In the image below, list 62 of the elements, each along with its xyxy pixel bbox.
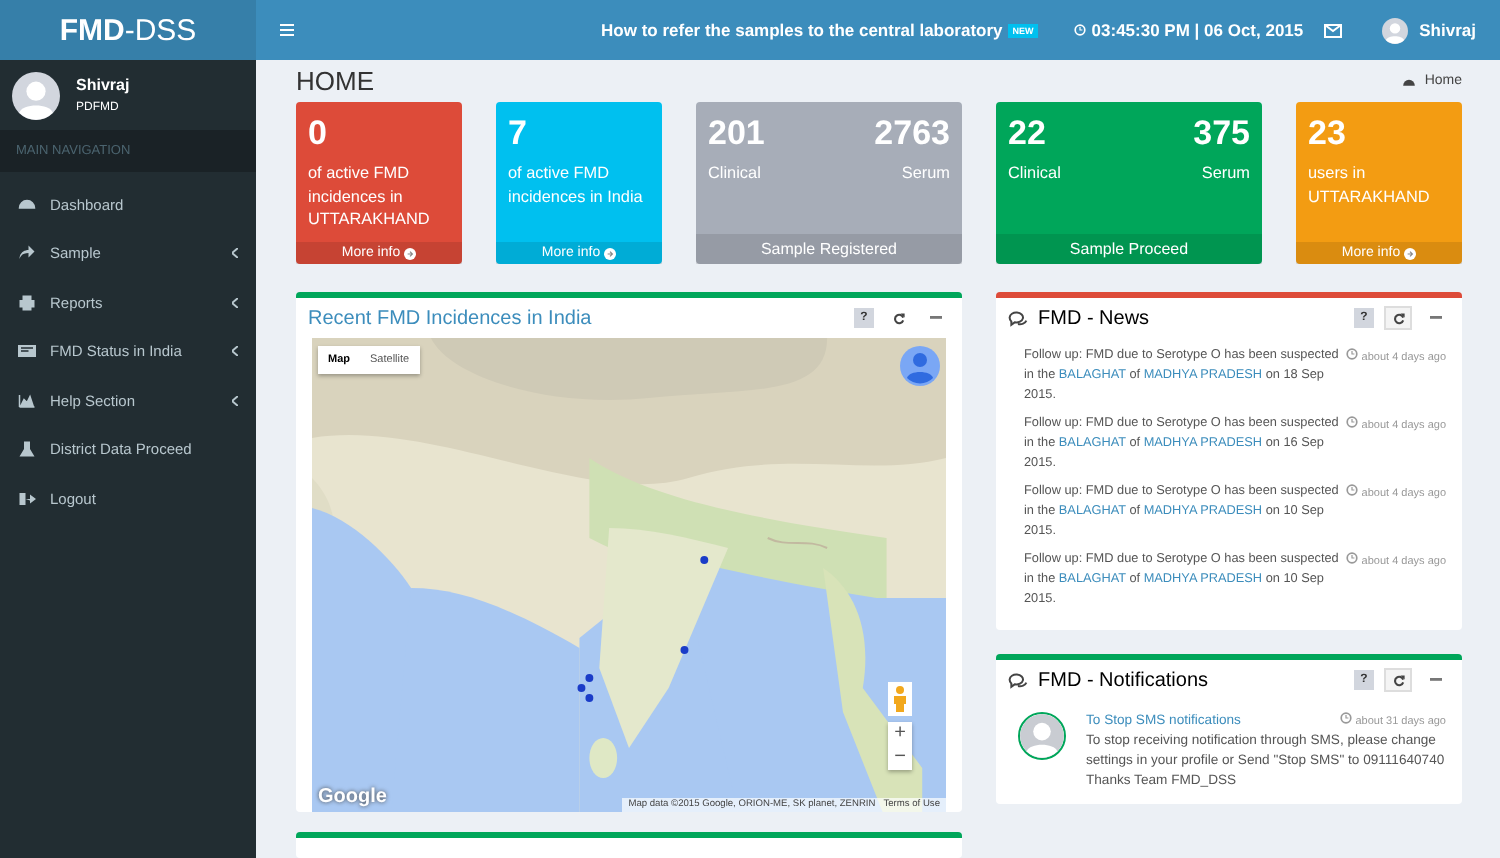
chart-icon [18, 391, 36, 410]
card-icon [18, 342, 36, 361]
exit-icon [18, 489, 36, 508]
refresh-icon [891, 311, 905, 325]
comments-icon [1008, 671, 1028, 689]
card-footer: Sample Registered [696, 234, 962, 264]
page-title: HOME [296, 66, 374, 96]
avatar-icon [1381, 17, 1408, 43]
panel-title: FMD - Notifications [1038, 669, 1211, 691]
menu-icon [280, 24, 294, 36]
stat-value: 201 [708, 114, 765, 154]
refresh-button[interactable] [1384, 306, 1412, 330]
stat-label: Serum [901, 162, 950, 185]
minus-icon [930, 316, 942, 320]
refresh-icon [1391, 311, 1405, 325]
panel-title: FMD - News [1038, 307, 1152, 329]
mail-icon[interactable] [1323, 23, 1342, 37]
clock-icon [1345, 484, 1358, 496]
arrow-circle-icon [404, 247, 417, 259]
zoom-in-button[interactable]: + [888, 722, 912, 746]
map-logo: Google [318, 786, 387, 808]
date-time: 03:45:30 PM | 06 Oct, 2015 [1091, 20, 1304, 40]
clock-icon [1345, 552, 1358, 564]
panel-title: Recent FMD Incidences in India [308, 307, 594, 329]
minus-icon [1430, 316, 1442, 320]
clock-icon [1339, 712, 1352, 724]
arrow-circle-icon [604, 247, 617, 259]
comments-icon [1008, 309, 1028, 327]
stat-value: 2763 [874, 114, 950, 154]
stat-label: Clinical [1008, 162, 1061, 185]
user-name: Shivraj [76, 76, 130, 94]
stat-value: 7 [508, 114, 529, 154]
app-logo: FMD-DSS [0, 0, 256, 60]
stat-label: of active FMD incidences in UTTARAKHAND [308, 162, 432, 231]
clock-icon [1345, 416, 1358, 428]
avatar-icon [12, 71, 60, 119]
avatar-icon [1018, 712, 1066, 760]
stat-label: Clinical [708, 162, 763, 185]
share-icon [18, 244, 36, 263]
zoom-out-button[interactable]: − [888, 746, 912, 770]
refresh-button[interactable] [1384, 668, 1412, 692]
stat-value: 23 [1308, 114, 1348, 154]
card-footer: Sample Proceed [996, 234, 1262, 264]
stat-value: 375 [1193, 114, 1250, 154]
announcement-link[interactable]: How to refer the samples to the central laboratory [601, 20, 1003, 40]
stat-label: of active FMD incidences in India [508, 162, 645, 208]
flask-icon [18, 440, 36, 459]
dashboard-icon [18, 195, 36, 214]
account-icon[interactable] [900, 346, 940, 386]
stat-label: users in UTTARAKHAND [1308, 162, 1432, 208]
person-icon [894, 686, 906, 712]
minus-icon [1430, 678, 1442, 682]
refresh-icon [1391, 673, 1405, 687]
user-name[interactable]: Shivraj [1419, 20, 1476, 40]
stat-value: 0 [308, 114, 329, 154]
menu-button[interactable] [280, 24, 294, 36]
clock-icon [1345, 348, 1358, 360]
stat-label: Serum [1201, 162, 1250, 185]
stat-value: 22 [1008, 114, 1048, 154]
dashboard-icon [1402, 76, 1417, 86]
clock-icon [1073, 24, 1086, 36]
arrow-circle-icon [1404, 247, 1417, 259]
